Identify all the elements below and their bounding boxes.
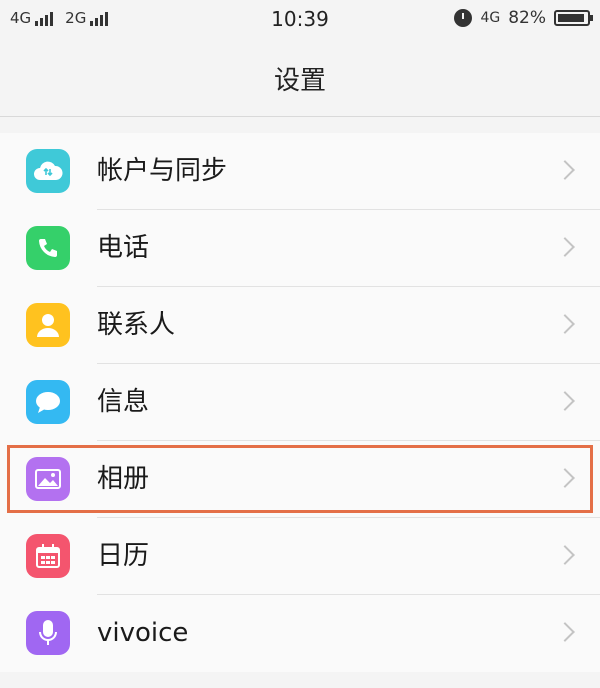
settings-item-vivoice[interactable]: vivoice [0, 595, 600, 672]
settings-item-label: 日历 [97, 541, 150, 571]
settings-item-gallery[interactable]: 相册 [0, 441, 600, 518]
chevron-right-icon [555, 468, 575, 488]
chevron-right-icon [555, 545, 575, 565]
status-bar: 4G 2G 10:39 4G 82% [0, 0, 600, 40]
nav-bar: 设置 [0, 40, 600, 117]
chevron-right-icon [555, 622, 575, 642]
status-indicators: 4G 82% [454, 8, 593, 28]
chevron-right-icon [555, 314, 575, 334]
message-icon [26, 380, 70, 424]
contact-icon [26, 303, 70, 347]
microphone-icon [26, 611, 70, 655]
chevron-right-icon [555, 391, 575, 411]
network-label: 4G [480, 10, 501, 26]
settings-item-phone[interactable]: 电话 [0, 210, 600, 287]
calendar-icon [26, 534, 70, 578]
battery-icon [554, 10, 593, 26]
settings-item-label: 信息 [97, 387, 150, 417]
settings-item-label: 相册 [97, 464, 150, 494]
settings-item-messages[interactable]: 信息 [0, 364, 600, 441]
battery-percent: 82% [508, 8, 546, 28]
chevron-right-icon [555, 160, 575, 180]
gallery-icon [26, 457, 70, 501]
settings-item-account-sync[interactable]: 帐户与同步 [0, 133, 600, 210]
alarm-icon [454, 9, 473, 27]
page-title: 设置 [273, 66, 326, 96]
settings-item-label: 电话 [97, 233, 150, 263]
settings-item-calendar[interactable]: 日历 [0, 518, 600, 595]
phone-icon [26, 226, 70, 270]
settings-list: 帐户与同步 电话 联系人 信息 相册 日历 vivoice [0, 133, 600, 672]
settings-item-label: 帐户与同步 [97, 156, 228, 186]
bottom-background [0, 672, 600, 688]
settings-item-label: vivoice [97, 618, 189, 648]
settings-item-contacts[interactable]: 联系人 [0, 287, 600, 364]
settings-item-label: 联系人 [97, 310, 176, 340]
chevron-right-icon [555, 237, 575, 257]
cloud-sync-icon [26, 149, 70, 193]
